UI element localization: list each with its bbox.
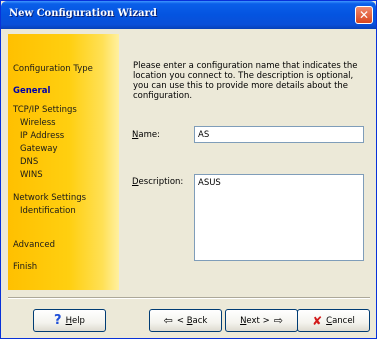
- description-textarea[interactable]: ASUS: [194, 174, 364, 261]
- next-button[interactable]: Next > ⇨: [225, 309, 298, 332]
- wizard-steps-sidebar: Configuration Type General TCP/IP Settin…: [8, 34, 119, 290]
- next-label-rest: ext >: [246, 315, 270, 326]
- step-gateway: Gateway: [20, 144, 58, 154]
- step-wins: WINS: [20, 170, 43, 180]
- description-label: Description:: [132, 177, 183, 187]
- window-title: New Configuration Wizard: [9, 8, 157, 19]
- wizard-window: New Configuration Wizard ✕ Configuration…: [0, 0, 377, 339]
- back-label-rest: ack: [192, 315, 208, 326]
- close-icon: ✕: [358, 8, 370, 22]
- help-label-rest: elp: [71, 315, 85, 326]
- step-advanced: Advanced: [13, 240, 55, 250]
- step-dns: DNS: [20, 157, 39, 167]
- cancel-label: Cancel: [326, 316, 355, 326]
- cancel-x-icon: ✘: [312, 313, 323, 328]
- instructions-text: Please enter a configuration name that i…: [133, 61, 358, 101]
- help-question-icon: ?: [54, 313, 62, 328]
- step-network-settings: Network Settings: [13, 193, 87, 203]
- back-label: < Back: [177, 316, 207, 326]
- back-button[interactable]: ⇦ < Back: [149, 309, 222, 332]
- next-label: Next >: [240, 316, 270, 326]
- cancel-button[interactable]: ✘ Cancel: [297, 309, 370, 332]
- back-arrow-icon: ⇦: [163, 314, 173, 327]
- step-identification: Identification: [20, 206, 76, 216]
- cancel-label-rest: ancel: [332, 315, 355, 326]
- title-bar[interactable]: New Configuration Wizard ✕: [1, 1, 376, 29]
- help-label: Help: [66, 316, 85, 326]
- step-general: General: [13, 86, 51, 96]
- close-button[interactable]: ✕: [355, 6, 373, 24]
- next-arrow-icon: ⇨: [273, 314, 283, 327]
- name-input[interactable]: [194, 126, 364, 143]
- name-label-rest: ame:: [138, 130, 160, 140]
- back-label-prefix-text: <: [176, 315, 187, 326]
- step-wireless: Wireless: [20, 118, 56, 128]
- button-divider: [8, 297, 370, 299]
- description-label-rest: escription:: [138, 177, 184, 187]
- step-configuration-type: Configuration Type: [13, 64, 93, 74]
- name-label: Name:: [132, 130, 160, 140]
- step-finish: Finish: [13, 262, 38, 272]
- help-button[interactable]: ? Help: [33, 309, 106, 332]
- step-ip-address: IP Address: [20, 131, 65, 141]
- step-tcpip-settings: TCP/IP Settings: [13, 105, 77, 115]
